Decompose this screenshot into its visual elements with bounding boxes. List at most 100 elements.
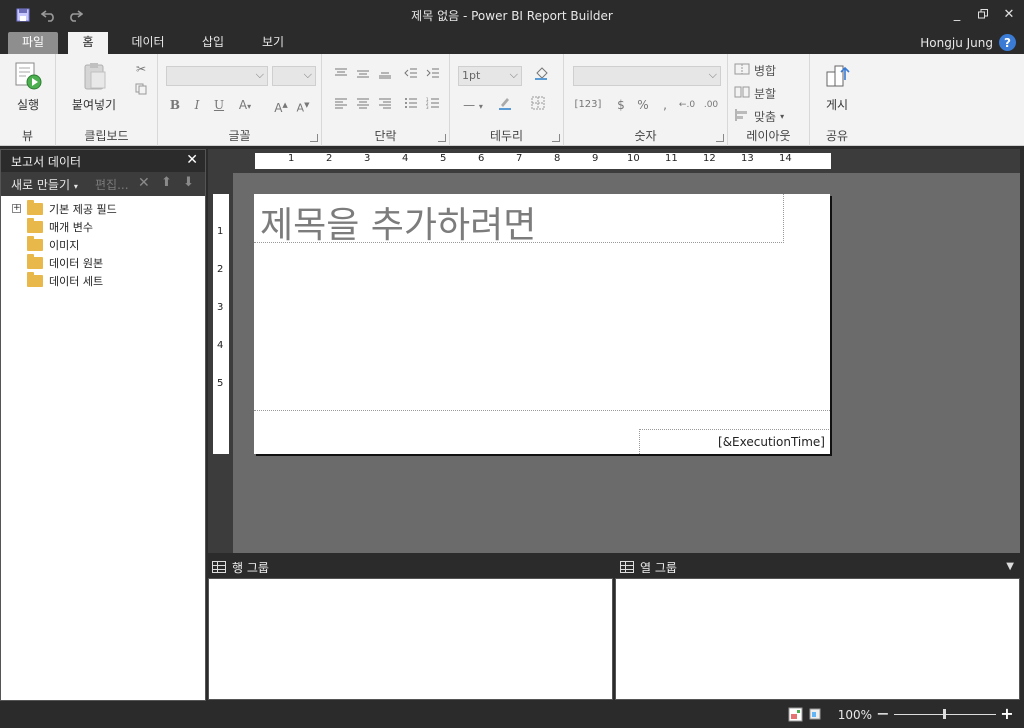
tree-item-images[interactable]: 이미지 [1,236,205,254]
tab-file[interactable]: 파일 [8,32,58,54]
placeholder-icon[interactable]: [123] [574,96,602,114]
row-groups-icon [212,561,226,573]
split-cells-button[interactable]: 분할 [734,85,776,102]
hruler-tick: 4 [402,153,409,164]
underline-icon[interactable]: U [210,96,228,114]
tab-home[interactable]: 홈 [68,32,108,54]
grouping-options-dropdown-icon[interactable]: ▼ [1006,561,1014,572]
close-icon[interactable]: ✕ [1002,4,1016,24]
zoom-slider-thumb[interactable] [943,709,946,719]
title-bar: 제목 없음 - Power BI Report Builder _ ✕ [0,0,1024,30]
tree-item-parameters[interactable]: 매개 변수 [1,218,205,236]
tab-view[interactable]: 보기 [252,32,294,54]
tree-item-data-sources[interactable]: 데이터 원본 [1,254,205,272]
font-family-combo[interactable] [166,66,268,86]
zoom-out-icon[interactable]: − [876,705,890,723]
minimize-icon[interactable]: _ [950,4,964,24]
user-area: Hongju Jung ? [920,34,1016,51]
group-share: 게시 공유 [810,54,864,146]
group-font: B I U A▾ A▲ A▼ 글꼴 [158,54,322,146]
grow-font-icon[interactable]: A▲ [272,96,290,115]
move-down-icon[interactable]: ⬇ [183,175,194,190]
align-label: 맞춤 [754,110,777,124]
execution-time-textbox[interactable]: [&ExecutionTime] [639,429,829,454]
close-panel-icon[interactable]: ✕ [186,152,198,168]
paragraph-dialog-launcher-icon[interactable] [438,134,446,142]
vruler-tick: 1 [217,226,224,237]
border-color-icon[interactable] [492,96,518,114]
preview-view-icon[interactable] [808,707,823,725]
border-size-combo[interactable]: 1pt [458,66,522,86]
border-style-icon[interactable]: — ▾ [458,96,488,114]
align-bottom-icon[interactable] [376,66,394,84]
group-view: 실행 뷰 [0,54,56,146]
numbered-list-icon[interactable]: 123 [424,96,442,114]
new-dropdown-button[interactable]: 새로 만들기 ▾ [11,176,78,193]
hruler-tick: 8 [554,153,561,164]
border-dialog-launcher-icon[interactable] [552,134,560,142]
increase-indent-icon[interactable] [424,66,442,84]
font-size-combo[interactable] [272,66,316,86]
merge-cells-button[interactable]: 병합 [734,62,776,79]
edit-button[interactable]: 편집... [95,176,129,193]
number-dialog-launcher-icon[interactable] [716,134,724,142]
cut-icon[interactable]: ✂ [132,60,150,78]
tree-item-datasets[interactable]: 데이터 세트 [1,272,205,290]
increase-decimal-icon[interactable]: ←.0 [678,96,696,114]
bullet-list-icon[interactable] [402,96,420,114]
align-center-icon[interactable] [354,96,372,114]
publish-button[interactable]: 게시 [818,60,856,113]
italic-icon[interactable]: I [188,96,206,114]
design-view-icon[interactable] [788,707,803,725]
align-right-icon[interactable] [376,96,394,114]
restore-icon[interactable] [976,4,990,24]
window-controls: _ ✕ [950,4,1016,24]
tree-item-builtin-fields[interactable]: + 기본 제공 필드 [1,200,205,218]
comma-style-icon[interactable]: , [656,96,674,114]
align-middle-icon[interactable] [354,66,372,84]
row-groups-label: 행 그룹 [232,560,269,575]
delete-icon[interactable]: ✕ [138,175,150,191]
paste-button[interactable]: 붙여넣기 [66,60,122,113]
fill-color-icon[interactable] [530,66,554,84]
hruler-tick: 14 [779,153,792,164]
align-top-icon[interactable] [332,66,350,84]
shrink-font-icon[interactable]: A▼ [294,96,312,115]
copy-icon[interactable] [132,82,150,100]
report-page[interactable]: 제목을 추가하려면 [&ExecutionTime] [254,194,830,454]
hruler-tick: 7 [516,153,523,164]
percent-icon[interactable]: % [634,96,652,114]
zoom-in-icon[interactable]: + [1000,705,1014,723]
run-button[interactable]: 실행 [8,60,48,113]
split-cells-label: 분할 [754,87,777,101]
hruler-tick: 9 [592,153,599,164]
hruler-tick: 10 [627,153,640,164]
borders-icon[interactable] [526,96,550,114]
help-icon[interactable]: ? [999,34,1016,51]
move-up-icon[interactable]: ⬆ [161,175,172,190]
user-name[interactable]: Hongju Jung [920,36,993,50]
ribbon: 실행 뷰 붙여넣기 ✂ 클립보드 B I U A▾ [0,54,1024,146]
decrease-indent-icon[interactable] [402,66,420,84]
align-left-icon[interactable] [332,96,350,114]
column-groups-list[interactable] [615,578,1020,700]
grouping-pane: 행 그룹 열 그룹 ▼ [208,556,1020,701]
tree-item-label: 이미지 [49,239,80,252]
paste-label: 붙여넣기 [71,98,117,112]
font-dialog-launcher-icon[interactable] [310,134,318,142]
bold-icon[interactable]: B [166,96,184,114]
tab-data[interactable]: 데이터 [124,32,172,54]
expand-icon[interactable]: + [12,204,21,213]
align-button[interactable]: 맞춤 ▾ [734,108,784,125]
align-dropdown-icon: ▾ [780,112,785,121]
title-textbox[interactable]: 제목을 추가하려면 [254,194,784,246]
group-label-share: 공유 [825,129,849,143]
tab-insert[interactable]: 삽입 [192,32,234,54]
font-color-icon[interactable]: A▾ [236,96,254,114]
column-groups-label: 열 그룹 [640,560,677,575]
row-groups-list[interactable] [208,578,613,700]
design-surface[interactable]: 1 2 3 4 5 6 7 8 9 10 11 12 13 14 1 2 3 4… [208,149,1020,553]
currency-icon[interactable]: $ [612,96,630,114]
number-format-combo[interactable] [573,66,721,86]
decrease-decimal-icon[interactable]: .00 [702,96,720,114]
